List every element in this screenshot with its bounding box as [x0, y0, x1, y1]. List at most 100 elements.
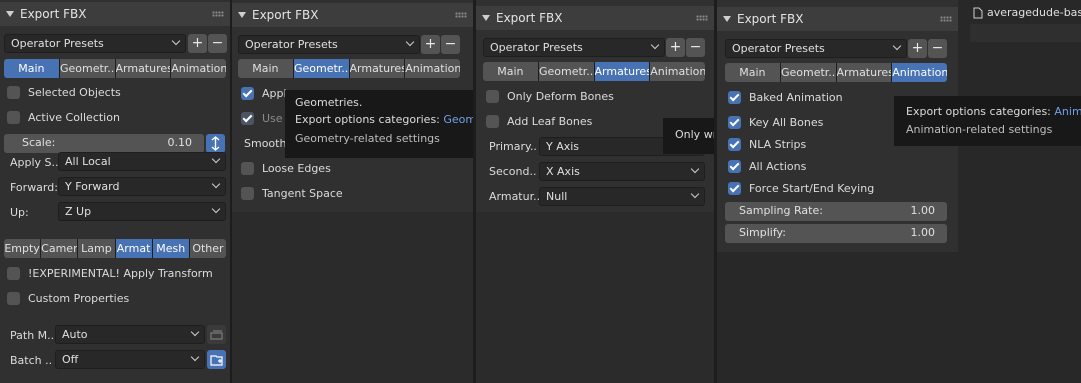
add-preset-button[interactable]: + — [188, 34, 207, 53]
primary-bone-axis-label: Primary.. — [489, 140, 537, 153]
apply-transform-checkbox[interactable]: !EXPERIMENTAL! Apply Transform — [7, 267, 213, 280]
type-armature-toggle[interactable]: Armat — [115, 239, 152, 258]
apply-modifiers-checkbox[interactable]: Apply Modifiers — [241, 87, 287, 100]
drag-grip-icon[interactable] — [455, 12, 467, 18]
chevron-down-icon — [690, 189, 700, 199]
scale-field[interactable]: Scale: 0.10 — [4, 134, 204, 153]
collapse-triangle-icon[interactable] — [238, 12, 246, 18]
category-tabs: Main Geometr.. Armatures Animation — [238, 59, 460, 78]
tab-animation[interactable]: Animation — [650, 62, 705, 81]
tab-main[interactable]: Main — [483, 62, 538, 81]
chevron-down-icon — [211, 154, 221, 164]
use-modifiers-render-checkbox[interactable]: Use Modifiers Render Setting — [241, 112, 289, 125]
tab-animation[interactable]: Animation — [171, 59, 226, 78]
type-empty-toggle[interactable]: Empty — [4, 239, 41, 258]
type-other-toggle[interactable]: Other — [189, 239, 226, 258]
tab-armatures[interactable]: Armatures — [836, 63, 892, 82]
type-lamp-toggle[interactable]: Lamp — [78, 239, 115, 258]
category-tabs: Main Geometr.. Armatures Animation — [483, 62, 705, 81]
chevron-down-icon — [190, 327, 200, 337]
panel-header[interactable]: Export FBX — [476, 6, 714, 30]
chevron-down-icon — [405, 37, 415, 47]
tab-geometry[interactable]: Geometr.. — [293, 59, 349, 78]
category-tabs: Main Geometr.. Armatures Animation — [4, 59, 226, 78]
tab-armatures[interactable]: Armatures — [115, 59, 171, 78]
unit-scale-icon — [211, 136, 220, 151]
forward-axis-dropdown[interactable]: Y Forward — [58, 177, 226, 196]
active-collection-checkbox[interactable]: Active Collection — [7, 111, 120, 124]
operator-presets-dropdown[interactable]: Operator Presets — [483, 38, 665, 57]
selected-objects-checkbox[interactable]: Selected Objects — [7, 86, 121, 99]
chevron-down-icon — [171, 36, 181, 46]
chevron-down-icon — [211, 179, 221, 189]
export-fbx-panel-main: Export FBX Operator Presets + − Main Geo… — [0, 0, 230, 383]
apply-scalings-dropdown[interactable]: All Local — [58, 152, 226, 171]
chevron-down-icon — [690, 164, 700, 174]
panel-header[interactable]: Export FBX — [232, 3, 473, 27]
operator-presets-dropdown[interactable]: Operator Presets — [725, 39, 907, 58]
path-mode-label: Path M.. — [10, 329, 55, 342]
batch-mode-dropdown[interactable]: Off — [55, 350, 205, 369]
tab-main[interactable]: Main — [4, 59, 59, 78]
sampling-rate-field[interactable]: Sampling Rate: 1.00 — [725, 202, 947, 221]
custom-properties-checkbox[interactable]: Custom Properties — [7, 292, 129, 305]
remove-preset-button[interactable]: − — [441, 35, 460, 54]
collapse-triangle-icon[interactable] — [723, 16, 731, 22]
apply-unit-toggle-button[interactable] — [206, 134, 225, 153]
panel-header[interactable]: Export FBX — [717, 7, 958, 31]
only-deform-bones-checkbox[interactable]: Only Deform Bones — [486, 90, 614, 103]
file-list-row[interactable] — [970, 24, 1081, 42]
embed-textures-button[interactable] — [207, 325, 226, 344]
category-tabs: Main Geometr.. Armatures Animation — [725, 63, 947, 82]
collapse-triangle-icon[interactable] — [6, 11, 14, 17]
drag-grip-icon[interactable] — [940, 16, 952, 22]
operator-presets-dropdown[interactable]: Operator Presets — [238, 35, 420, 54]
nla-strips-checkbox[interactable]: NLA Strips — [728, 138, 806, 151]
only-deform-tooltip: Only write deforming bones — [663, 118, 714, 154]
type-camera-toggle[interactable]: Camer — [41, 239, 78, 258]
armature-node-type-dropdown[interactable]: Null — [539, 187, 705, 206]
tab-geometry[interactable]: Geometr.. — [59, 59, 115, 78]
remove-preset-button[interactable]: − — [686, 38, 705, 57]
remove-preset-button[interactable]: − — [208, 34, 227, 53]
add-preset-button[interactable]: + — [908, 39, 927, 58]
tab-armatures[interactable]: Armatures — [349, 59, 405, 78]
collapse-triangle-icon[interactable] — [482, 15, 490, 21]
secondary-bone-axis-dropdown[interactable]: X Axis — [539, 162, 705, 181]
object-types-toggles: Empty Camer Lamp Armat Mesh Other — [4, 239, 226, 258]
tangent-space-checkbox[interactable]: Tangent Space — [241, 187, 343, 200]
tab-geometry[interactable]: Geometr.. — [780, 63, 836, 82]
up-axis-dropdown[interactable]: Z Up — [58, 202, 226, 221]
force-keying-checkbox[interactable]: Force Start/End Keying — [728, 182, 874, 195]
panel-title: Export FBX — [252, 8, 319, 22]
remove-preset-button[interactable]: − — [928, 39, 947, 58]
path-mode-dropdown[interactable]: Auto — [55, 325, 205, 344]
file-browser-area: averagedude-base- — [958, 0, 1081, 383]
tab-animation[interactable]: Animation — [405, 59, 460, 78]
add-leaf-bones-checkbox[interactable]: Add Leaf Bones — [486, 115, 592, 128]
simplify-field[interactable]: Simplify: 1.00 — [725, 224, 947, 243]
all-actions-checkbox[interactable]: All Actions — [728, 160, 806, 173]
type-mesh-toggle[interactable]: Mesh — [152, 239, 189, 258]
chevron-down-icon — [892, 41, 902, 51]
loose-edges-checkbox[interactable]: Loose Edges — [241, 162, 331, 175]
tab-geometry[interactable]: Geometr.. — [538, 62, 594, 81]
add-preset-button[interactable]: + — [666, 38, 685, 57]
tab-main[interactable]: Main — [725, 63, 780, 82]
batch-own-dir-button[interactable] — [207, 350, 226, 369]
tab-animation[interactable]: Animation — [892, 63, 947, 82]
key-all-bones-checkbox[interactable]: Key All Bones — [728, 116, 823, 129]
add-preset-button[interactable]: + — [421, 35, 440, 54]
animation-tab-tooltip: Export options categories: Animation Ani… — [894, 96, 1081, 146]
drag-grip-icon[interactable] — [212, 11, 224, 17]
baked-animation-checkbox[interactable]: Baked Animation — [728, 91, 843, 104]
tab-main[interactable]: Main — [238, 59, 293, 78]
file-list-item[interactable]: averagedude-base- — [970, 5, 1081, 21]
operator-presets-dropdown[interactable]: Operator Presets — [4, 34, 186, 53]
panel-title: Export FBX — [20, 7, 87, 21]
file-icon — [973, 7, 983, 19]
drag-grip-icon[interactable] — [696, 15, 708, 21]
up-label: Up: — [10, 206, 29, 219]
panel-header[interactable]: Export FBX — [0, 2, 230, 26]
tab-armatures[interactable]: Armatures — [594, 62, 650, 81]
